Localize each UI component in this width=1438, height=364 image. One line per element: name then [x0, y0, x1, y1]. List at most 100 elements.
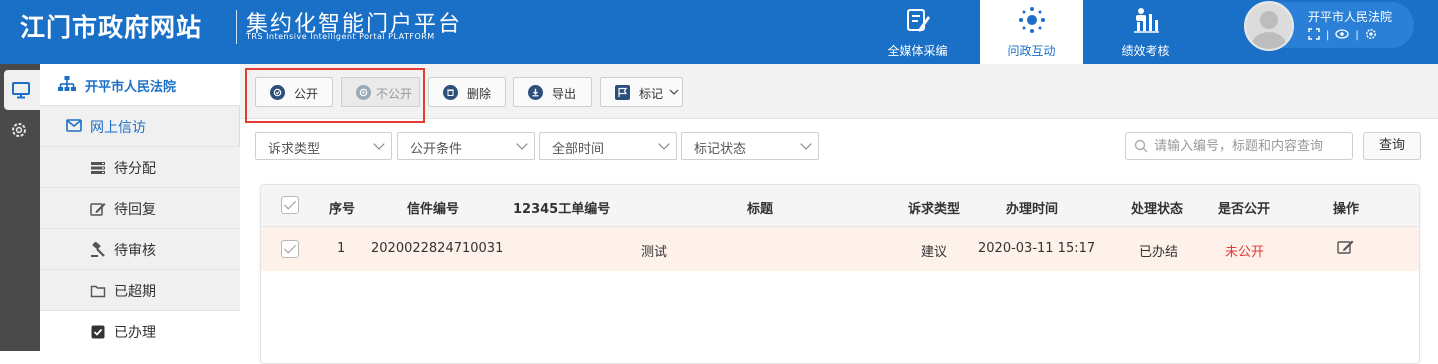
org-name: 开平市人民法院: [85, 80, 177, 95]
select-value: 标记状态: [694, 142, 747, 157]
avatar[interactable]: [1244, 1, 1294, 51]
top-header: 江门市政府网站 集约化智能门户平台 TRS Intensive Intellig…: [0, 0, 1438, 64]
button-label: 删除: [467, 87, 492, 101]
user-actions: | |: [1308, 28, 1377, 43]
icon-rail: [0, 64, 40, 351]
cell-title[interactable]: 测试: [641, 241, 667, 260]
sidebar-item-label: 已超期: [114, 284, 156, 300]
platform-subtitle: TRS Intensive Intelligent Portal PLATFOR…: [246, 32, 435, 41]
user-avatar-icon: [1246, 3, 1292, 49]
sidebar-group-online-petition[interactable]: 网上信访: [40, 106, 240, 146]
nav-tab-performance[interactable]: 绩效考核: [1094, 0, 1197, 64]
cell-letter-no[interactable]: 2020022824710031: [371, 241, 503, 256]
checked-box-icon: [91, 325, 105, 339]
mail-icon: [66, 119, 82, 132]
button-label: 导出: [552, 87, 577, 101]
rail-item-monitor[interactable]: [4, 70, 40, 110]
chevron-down-icon: [669, 86, 679, 100]
edit-document-icon: [907, 9, 930, 32]
monitor-icon: [12, 82, 30, 99]
select-all-checkbox[interactable]: [281, 196, 299, 214]
toolbar: 公开 不公开 删除 导出 标记: [240, 64, 1438, 123]
column-header: 是否公开: [1218, 202, 1271, 217]
table-header: 序号 信件编号 12345工单编号 标题 诉求类型 办理时间 处理状态 是否公开…: [261, 185, 1419, 227]
sidebar-item-handled[interactable]: 已办理: [40, 310, 240, 351]
cell-time: 2020-03-11 15:17: [978, 241, 1096, 256]
rail-item-settings[interactable]: [0, 110, 40, 150]
cell-type: 建议: [921, 245, 948, 260]
select-value: 全部时间: [552, 142, 605, 157]
nav-tab-interaction[interactable]: 问政互动: [980, 0, 1083, 64]
list-icon: [91, 162, 105, 174]
site-title: 江门市政府网站: [20, 13, 203, 42]
query-button[interactable]: 查询: [1363, 132, 1421, 160]
column-header: 处理状态: [1131, 202, 1184, 217]
row-edit-button[interactable]: [1337, 239, 1355, 259]
table-row[interactable]: 1 2020022824710031 测试 建议 2020-03-11 15:1…: [261, 227, 1419, 271]
folder-icon: [90, 285, 106, 298]
column-header: 标题: [747, 202, 774, 217]
chevron-down-icon: [800, 138, 812, 150]
sidebar-item-pending-review[interactable]: 待审核: [40, 228, 240, 269]
row-checkbox[interactable]: [281, 240, 299, 258]
sidebar-item-pending-assign[interactable]: 待分配: [40, 146, 240, 187]
gavel-icon: [91, 242, 105, 257]
column-header: 序号: [329, 202, 356, 217]
separator: |: [1326, 30, 1330, 41]
export-button[interactable]: 导出: [513, 77, 592, 107]
column-header: 12345工单编号: [513, 202, 611, 217]
performance-chart-icon: [1134, 8, 1159, 33]
chevron-down-icon: [516, 138, 528, 150]
gear-icon[interactable]: [1365, 28, 1377, 43]
chevron-down-icon: [658, 138, 670, 150]
org-tree-icon: [58, 76, 76, 91]
column-header: 办理时间: [1006, 202, 1059, 217]
interaction-network-icon: [1019, 7, 1045, 33]
edit-icon: [90, 203, 106, 216]
search-icon: [1134, 139, 1148, 153]
appeal-type-select[interactable]: 诉求类型: [255, 132, 392, 160]
nav-tab-label: 问政互动: [1007, 44, 1056, 58]
delete-button[interactable]: 删除: [428, 77, 506, 107]
edit-icon: [1337, 240, 1354, 254]
public-condition-select[interactable]: 公开条件: [397, 132, 535, 160]
search-box: [1125, 132, 1353, 160]
column-header: 信件编号: [407, 202, 460, 217]
nav-tab-label: 绩效考核: [1121, 44, 1170, 58]
sidebar-item-label: 已办理: [114, 325, 156, 341]
fullscreen-icon[interactable]: [1308, 28, 1320, 43]
filter-bar: 诉求类型 公开条件 全部时间 标记状态 查询: [240, 130, 1438, 162]
sidebar-item-label: 待审核: [114, 243, 156, 259]
user-panel: 开平市人民法院 | |: [1244, 1, 1414, 51]
sidebar-org[interactable]: 开平市人民法院: [40, 64, 240, 106]
delete-icon: [443, 85, 458, 100]
cell-public: 未公开: [1225, 245, 1265, 260]
logo-divider: [236, 10, 237, 44]
results-table: 序号 信件编号 12345工单编号 标题 诉求类型 办理时间 处理状态 是否公开…: [260, 184, 1420, 364]
mark-status-select[interactable]: 标记状态: [681, 132, 819, 160]
select-value: 诉求类型: [268, 142, 321, 157]
main-content: 公开 不公开 删除 导出 标记 诉求类型 公开条件 全部时间 标记状态 请输入编…: [240, 64, 1438, 364]
time-range-select[interactable]: 全部时间: [539, 132, 677, 160]
separator: |: [1355, 30, 1359, 41]
user-name: 开平市人民法院: [1308, 10, 1393, 24]
select-value: 公开条件: [410, 142, 463, 157]
settings-gear-icon: [12, 123, 26, 137]
search-input[interactable]: [1154, 136, 1348, 156]
export-icon: [528, 85, 543, 100]
sidebar-item-pending-reply[interactable]: 待回复: [40, 187, 240, 228]
mark-button[interactable]: 标记: [600, 77, 683, 107]
highlight-box: [245, 68, 425, 123]
sidebar-group-label: 网上信访: [90, 120, 146, 136]
column-header: 诉求类型: [908, 202, 961, 217]
chevron-down-icon: [373, 138, 385, 150]
eye-icon[interactable]: [1335, 28, 1350, 43]
sidebar-item-label: 待回复: [114, 202, 156, 218]
nav-tab-media-editing[interactable]: 全媒体采编: [866, 0, 969, 64]
nav-tab-label: 全媒体采编: [887, 44, 948, 58]
sidebar: 开平市人民法院 网上信访 待分配 待回复 待审核 已超期 已办理: [40, 64, 240, 351]
cell-index: 1: [337, 241, 346, 256]
flag-icon: [615, 85, 630, 100]
sidebar-item-label: 待分配: [114, 161, 156, 177]
sidebar-item-overdue[interactable]: 已超期: [40, 269, 240, 310]
